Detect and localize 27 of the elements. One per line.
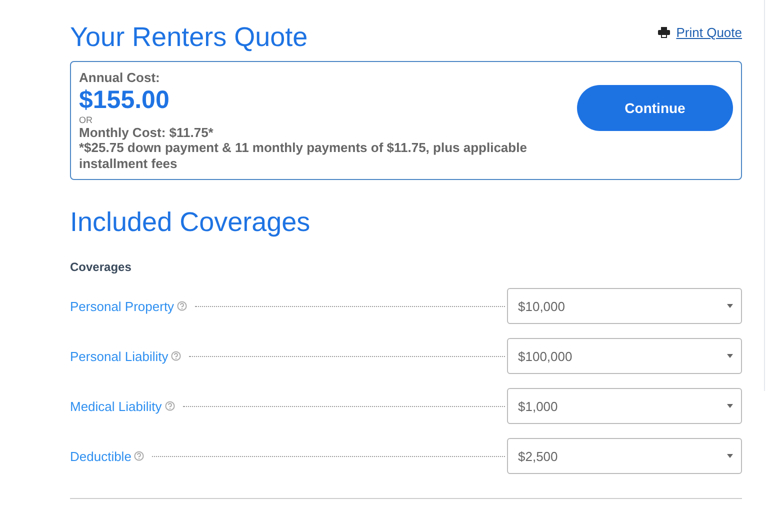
dropdown-caret-icon — [727, 454, 733, 458]
coverage-label: Personal Liability — [70, 348, 168, 364]
coverages-subheading: Coverages — [70, 260, 132, 274]
or-label: OR — [79, 115, 94, 125]
coverage-label: Personal Property — [70, 298, 174, 314]
dropdown-caret-icon — [727, 404, 733, 408]
dropdown-caret-icon — [727, 354, 733, 358]
help-icon[interactable] — [134, 451, 144, 461]
coverage-label: Deductible — [70, 448, 132, 464]
coverage-select[interactable]: $2,500 — [507, 438, 742, 474]
coverages-heading: Included Coverages — [70, 206, 312, 238]
payment-footnote: *$25.75 down payment & 11 monthly payments of $11.75, plus applicable installment fees — [79, 140, 528, 172]
print-quote-link[interactable]: Print Quote — [676, 25, 742, 40]
help-icon[interactable] — [171, 351, 182, 361]
monthly-cost: Monthly Cost: $11.75* — [79, 125, 214, 140]
help-icon[interactable] — [177, 301, 188, 311]
printer-icon[interactable] — [658, 27, 670, 38]
quote-heading: Your Renters Quote — [70, 21, 308, 53]
coverage-select[interactable]: $100,000 — [507, 338, 742, 374]
help-icon[interactable] — [164, 401, 175, 411]
continue-button[interactable]: Continue — [577, 85, 733, 131]
annual-cost-label: Annual Cost: — [79, 70, 161, 85]
dropdown-caret-icon — [727, 304, 733, 308]
coverage-select[interactable]: $1,000 — [507, 388, 742, 424]
coverage-label: Medical Liability — [70, 398, 162, 414]
annual-cost-amount: $155.00 — [79, 85, 170, 115]
coverage-select[interactable]: $10,000 — [507, 288, 742, 324]
